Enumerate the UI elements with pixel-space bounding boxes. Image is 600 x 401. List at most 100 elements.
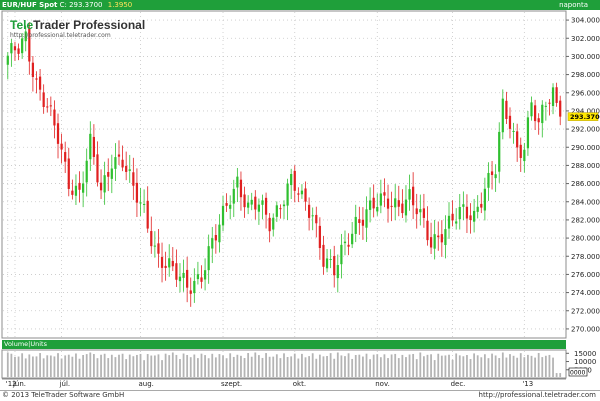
candle-body: [351, 233, 354, 245]
y-tick-label: 302.0000: [571, 35, 600, 43]
y-tick-label: 278.0000: [571, 253, 600, 261]
candle-body: [361, 219, 365, 226]
candle-body: [17, 48, 20, 54]
candle-body: [64, 152, 67, 162]
candle-body: [473, 210, 476, 222]
candle-body: [311, 215, 314, 217]
candle-body: [494, 174, 497, 179]
candle-body: [336, 265, 339, 279]
candle-body: [89, 133, 92, 160]
x-tick-label: okt.: [293, 380, 306, 388]
candle-body: [46, 106, 49, 108]
candle-body: [92, 136, 95, 157]
candle-body: [21, 38, 24, 54]
logo-url: http://professional.teletrader.com: [10, 32, 111, 39]
x-tick-label: '13: [522, 380, 533, 388]
candle-body: [329, 258, 332, 260]
y-tick-label: 290.0000: [571, 144, 600, 152]
candle-body: [74, 185, 78, 196]
candle-body: [221, 205, 225, 226]
x-tick-label: dec.: [451, 380, 466, 388]
y-tick-label: 286.0000: [571, 180, 600, 188]
candle-body: [408, 189, 411, 200]
candle-body: [447, 215, 451, 229]
candle-body: [196, 274, 200, 280]
candle-body: [559, 100, 562, 117]
candle-body: [340, 244, 343, 265]
candle-body: [483, 188, 486, 211]
chart-window: EUR/HUF Spot C: 293.3700 1.3950 naponta …: [0, 0, 600, 401]
candle-body: [250, 199, 253, 205]
candle-body: [541, 104, 544, 124]
x-tick-label: szept.: [221, 380, 242, 388]
candle-body: [99, 182, 103, 191]
candle-body: [458, 207, 461, 220]
candle-body: [168, 258, 171, 268]
x-tick-label: aug.: [139, 380, 154, 388]
candle-body: [505, 100, 508, 120]
y-tick-label: 272.0000: [571, 307, 600, 315]
candle-body: [6, 55, 9, 65]
footer-url[interactable]: http://professional.teletrader.com: [479, 391, 596, 400]
candle-body: [157, 243, 160, 254]
candle-body: [455, 221, 458, 224]
candle-body: [537, 118, 540, 123]
y-tick-label: 300.0000: [571, 53, 600, 61]
candle-body: [189, 290, 192, 294]
candle-body: [67, 158, 70, 189]
candle-body: [239, 179, 243, 198]
candle-body: [469, 215, 472, 221]
candle-body: [82, 183, 85, 193]
candle-body: [193, 280, 196, 294]
candle-body: [379, 193, 382, 206]
candle-body: [304, 188, 307, 202]
y-tick-label: 292.0000: [571, 126, 600, 134]
candle-body: [530, 102, 533, 117]
candle-body: [146, 200, 149, 229]
candle-body: [476, 206, 479, 212]
candle-body: [125, 165, 128, 172]
candle-body: [35, 78, 38, 80]
candle-body: [300, 190, 304, 195]
candle-body: [343, 241, 347, 244]
candle-body: [433, 234, 436, 249]
candle-body: [533, 105, 537, 122]
volume-tick-label: 10000: [574, 358, 596, 366]
candle-body: [462, 204, 465, 207]
candle-body: [261, 200, 264, 205]
y-tick-label: 280.0000: [571, 235, 600, 243]
candle-body: [390, 205, 393, 207]
candle-body: [401, 203, 404, 214]
candle-body: [368, 200, 372, 210]
candle-body: [182, 272, 185, 278]
candle-body: [297, 193, 300, 195]
candle-body: [354, 216, 357, 234]
candle-body: [207, 246, 210, 271]
candle-body: [117, 154, 121, 157]
candle-body: [264, 197, 268, 215]
candle-body: [516, 131, 519, 148]
candle-body: [422, 208, 426, 218]
candle-body: [78, 182, 81, 190]
candle-body: [383, 192, 386, 196]
candle-body: [487, 172, 490, 188]
candle-body: [501, 98, 504, 133]
candle-body: [103, 175, 106, 193]
candle-body: [419, 209, 422, 213]
candle-body: [42, 92, 45, 107]
candle-body: [203, 270, 207, 280]
candle-body: [53, 109, 56, 126]
x-tick-label: júl.: [59, 380, 71, 388]
candle-body: [490, 171, 494, 176]
volume-tick-label: 15000: [574, 350, 596, 358]
x-tick-label: jún.: [12, 380, 26, 388]
volume-value-label: 0000: [570, 370, 585, 377]
candle-body: [412, 186, 415, 206]
logo-name-part1: Tele: [10, 18, 34, 32]
candle-body: [465, 206, 469, 219]
candle-body: [38, 76, 42, 90]
candle-body: [139, 202, 142, 204]
y-tick-label: 288.0000: [571, 162, 600, 170]
candle-body: [10, 43, 13, 54]
candle-body: [451, 213, 454, 221]
